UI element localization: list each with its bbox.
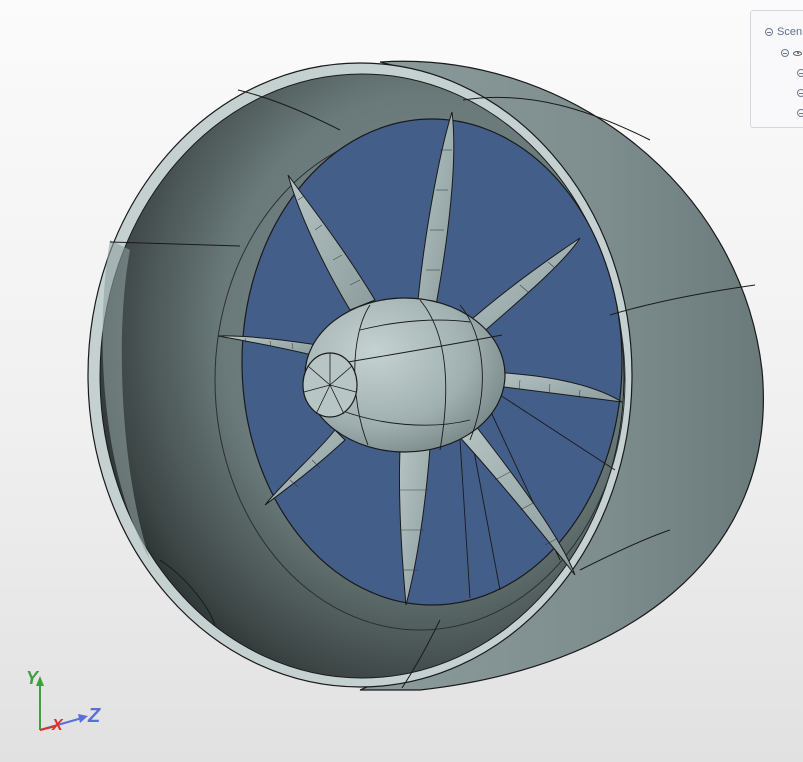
z-axis-label: Z [87, 705, 101, 727]
scene-tree-child[interactable] [797, 106, 803, 120]
scene-tree-panel[interactable]: Scen [750, 10, 803, 128]
axis-triad-gizmo: Y X Z [26, 668, 101, 734]
z-axis-arrow [78, 714, 88, 723]
ducted-fan-model [87, 60, 764, 691]
visibility-eye-icon[interactable] [793, 50, 802, 56]
3d-viewport[interactable]: Scen Y X Z [0, 0, 803, 762]
scene-tree-root[interactable]: Scen [765, 25, 802, 39]
collapse-icon[interactable] [765, 28, 773, 36]
scene-tree-root-label: Scen [777, 26, 803, 38]
collapse-icon[interactable] [781, 49, 789, 57]
scene-tree-child[interactable] [797, 66, 803, 80]
x-axis-label: X [51, 717, 64, 734]
collapse-icon[interactable] [797, 109, 803, 117]
scene-tree-node[interactable] [781, 46, 802, 60]
y-axis-label: Y [26, 668, 40, 688]
scene-tree-child[interactable] [797, 86, 803, 100]
collapse-icon[interactable] [797, 89, 803, 97]
collapse-icon[interactable] [797, 69, 803, 77]
